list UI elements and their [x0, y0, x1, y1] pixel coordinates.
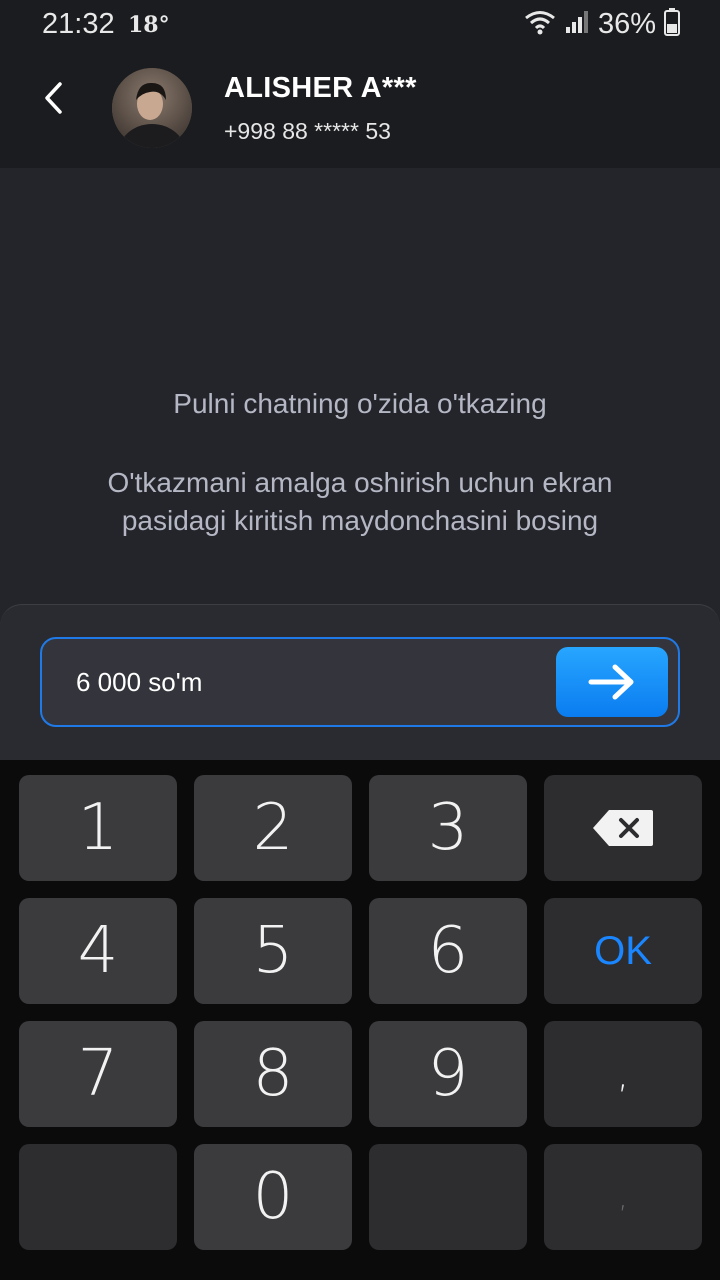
backspace-key[interactable]: [544, 775, 702, 881]
key-9[interactable]: 9: [369, 1021, 527, 1127]
chat-header: ALISHER A*** +998 88 ***** 53: [0, 48, 720, 168]
empty-key: [369, 1144, 527, 1250]
hint-line: O'tkazmani amalga oshirish uchun ekran: [107, 467, 613, 498]
contact-name: ALISHER A***: [224, 72, 417, 104]
status-icons: 36%: [524, 6, 680, 42]
wifi-icon: [524, 9, 556, 40]
status-temperature: 18°: [128, 12, 170, 38]
numeric-keyboard: 1 2 3 4 5 6 OK 7 8 9 , 0 ,: [0, 760, 720, 1280]
amount-input[interactable]: 6 000 so'm: [40, 637, 680, 727]
backspace-icon: [593, 810, 653, 846]
hint-body: O'tkazmani amalga oshirish uchun ekran p…: [60, 464, 660, 540]
battery-icon: [664, 7, 680, 41]
chevron-left-icon: [45, 82, 62, 114]
empty-key: [19, 1144, 177, 1250]
key-4[interactable]: 4: [19, 898, 177, 1004]
chat-area: Pulni chatning o'zida o'tkazing O'tkazma…: [0, 168, 720, 608]
battery-percent: 36%: [597, 7, 656, 40]
comma-key[interactable]: ,: [544, 1021, 702, 1127]
key-5[interactable]: 5: [194, 898, 352, 1004]
key-1[interactable]: 1: [19, 775, 177, 881]
contact-phone: +998 88 ***** 53: [224, 118, 391, 144]
hint-line: pasidagi kiritish maydonchasini bosing: [121, 505, 599, 536]
key-8[interactable]: 8: [194, 1021, 352, 1127]
amount-input-panel: 6 000 so'm: [0, 604, 720, 764]
arrow-right-icon: [588, 664, 634, 700]
status-bar: 21:32 18° 36%: [0, 0, 720, 48]
key-0[interactable]: 0: [194, 1144, 352, 1250]
signal-icon: [564, 9, 590, 40]
amount-value: 6 000 so'm: [76, 667, 203, 697]
back-button[interactable]: [34, 76, 74, 120]
status-time: 21:32: [42, 8, 115, 40]
key-7[interactable]: 7: [19, 1021, 177, 1127]
ok-key[interactable]: OK: [544, 898, 702, 1004]
key-6[interactable]: 6: [369, 898, 527, 1004]
hint-title: Pulni chatning o'zida o'tkazing: [173, 388, 547, 419]
comma-key-disabled: ,: [544, 1144, 702, 1250]
send-button[interactable]: [556, 647, 668, 717]
key-3[interactable]: 3: [369, 775, 527, 881]
avatar[interactable]: [112, 68, 192, 148]
key-2[interactable]: 2: [194, 775, 352, 881]
